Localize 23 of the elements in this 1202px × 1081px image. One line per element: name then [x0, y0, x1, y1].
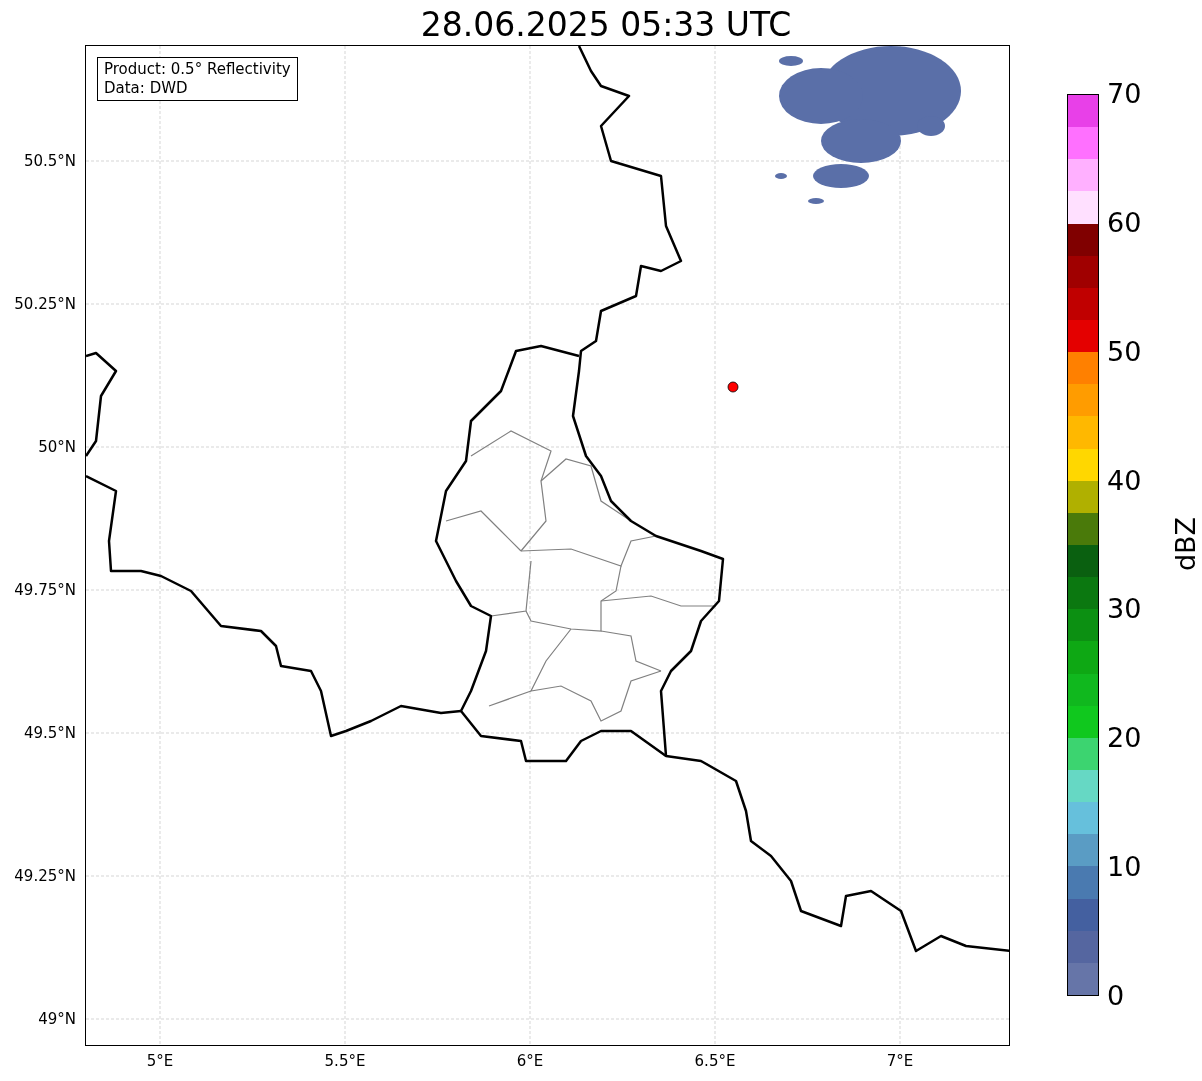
- info-box: Product: 0.5° Reflectivity Data: DWD: [97, 57, 298, 101]
- y-tick-label: 49°N: [38, 1010, 76, 1028]
- x-tick-label: 5.5°E: [323, 1052, 367, 1070]
- colorbar-tick-label: 60: [1107, 207, 1142, 238]
- colorbar-tick-label: 40: [1107, 465, 1142, 496]
- y-tick-label: 49.75°N: [14, 581, 76, 599]
- colorbar-tick-label: 50: [1107, 336, 1142, 367]
- y-tick-label: 49.5°N: [23, 724, 76, 742]
- colorbar-tick-label: 30: [1107, 594, 1142, 625]
- colorbar-tick-label: 70: [1107, 79, 1142, 109]
- colorbar-label: dBZ: [1170, 516, 1202, 572]
- y-tick-label: 50.5°N: [23, 152, 76, 170]
- x-tick-label: 7°E: [885, 1052, 915, 1070]
- colorbar-tick-label: 0: [1107, 981, 1125, 1011]
- y-tick-label: 50.25°N: [14, 295, 76, 313]
- x-tick-label: 6.5°E: [693, 1052, 737, 1070]
- x-tick-label: 6°E: [515, 1052, 545, 1070]
- y-tick-label: 49.25°N: [14, 867, 76, 885]
- y-tick-label: 50°N: [38, 438, 76, 456]
- x-tick-label: 5°E: [145, 1052, 175, 1070]
- colorbar-tick-label: 20: [1107, 723, 1142, 754]
- chart-title: 28.06.2025 05:33 UTC: [420, 5, 792, 45]
- colorbar-tick-label: 10: [1107, 852, 1142, 883]
